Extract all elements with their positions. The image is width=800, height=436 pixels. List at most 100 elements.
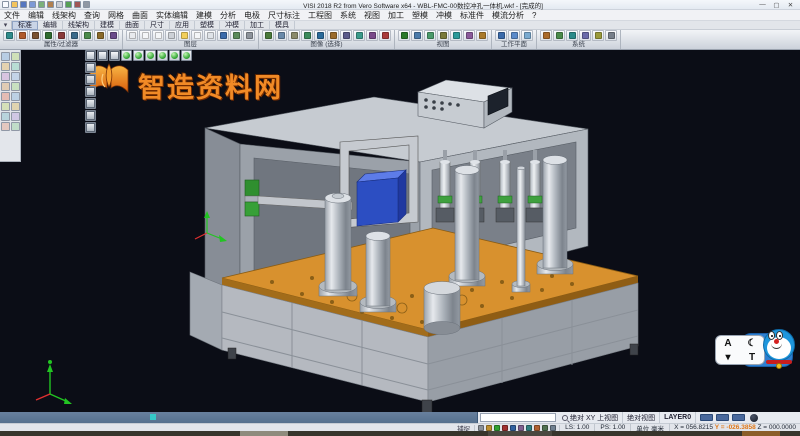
layer-manager-icon[interactable] <box>126 30 138 41</box>
export-icon[interactable] <box>47 1 54 8</box>
offset-icon[interactable] <box>11 82 20 91</box>
save-icon[interactable] <box>20 1 27 8</box>
line-scale-status[interactable]: LS: 1.00 <box>560 424 595 431</box>
layer-on-icon[interactable] <box>152 30 164 41</box>
active-layer-status[interactable]: LAYER0 <box>660 412 696 423</box>
toolbar-tab[interactable]: 塑模 <box>195 21 220 30</box>
snap-point-icon[interactable] <box>486 425 492 431</box>
workplane-xy-icon[interactable] <box>495 30 507 41</box>
undo-icon[interactable] <box>65 1 72 8</box>
close-button[interactable]: ✕ <box>784 1 797 9</box>
move-to-layer-icon[interactable] <box>204 30 216 41</box>
redo-icon[interactable] <box>74 1 81 8</box>
previous-view-icon[interactable] <box>366 30 378 41</box>
hidden-line-icon[interactable] <box>288 30 300 41</box>
grid-snap-icon[interactable] <box>550 425 556 431</box>
toolbar-tab[interactable]: 建模 <box>95 21 120 30</box>
snap-settings-icon[interactable] <box>478 425 484 431</box>
attributes-icon[interactable] <box>3 30 15 41</box>
fillet-icon[interactable] <box>1 102 10 111</box>
viewport-config-icon[interactable] <box>85 50 96 61</box>
current-layer-icon[interactable] <box>178 30 190 41</box>
minimize-button[interactable]: — <box>756 1 769 9</box>
isometric-view-icon[interactable] <box>133 50 144 61</box>
menu-item[interactable]: 加工 <box>384 10 408 21</box>
refresh-view-icon[interactable] <box>353 30 365 41</box>
status-button-3[interactable] <box>732 414 745 421</box>
menu-item[interactable]: ? <box>528 11 540 20</box>
transparency-icon[interactable] <box>85 110 96 121</box>
toolbar-tab[interactable]: 曲面 <box>120 21 145 30</box>
menu-item[interactable]: 视图 <box>360 10 384 21</box>
ime-letter-button[interactable]: A <box>724 338 731 349</box>
new-layer-icon[interactable] <box>139 30 151 41</box>
cad-viewport[interactable]: 智造资料网 A☾▾T <box>0 50 800 412</box>
database-icon[interactable] <box>553 30 565 41</box>
menu-item[interactable]: 冲模 <box>432 10 456 21</box>
entity-filter-icon[interactable] <box>55 30 67 41</box>
save-all-icon[interactable] <box>29 1 36 8</box>
grid-settings-icon[interactable] <box>579 30 591 41</box>
menu-item[interactable]: 电极 <box>240 10 264 21</box>
toolbar-tab[interactable]: 标准 <box>12 21 38 30</box>
menu-item[interactable]: 工程图 <box>304 10 336 21</box>
dynamic-rotation-icon[interactable] <box>301 30 313 41</box>
front-view-icon[interactable] <box>157 50 168 61</box>
polyline-icon[interactable] <box>11 72 20 81</box>
cad-model-canvas[interactable] <box>0 50 800 412</box>
menu-item[interactable]: 文件 <box>0 10 24 21</box>
point-icon[interactable] <box>1 52 10 61</box>
menu-item[interactable]: 标准件 <box>456 10 488 21</box>
polar-tracking-icon[interactable] <box>542 425 548 431</box>
front-view-icon[interactable] <box>424 30 436 41</box>
toolbar-dropdown-icon[interactable]: ▾ <box>0 21 12 29</box>
top-view-icon[interactable] <box>411 30 423 41</box>
chamfer-icon[interactable] <box>11 102 20 111</box>
open-file-icon[interactable] <box>11 1 18 8</box>
help-icon[interactable] <box>605 30 617 41</box>
ime-letter-button[interactable]: ☾ <box>748 338 757 349</box>
layer-off-icon[interactable] <box>165 30 177 41</box>
section-view-icon[interactable] <box>85 86 96 97</box>
snap-center-icon[interactable] <box>502 425 508 431</box>
new-file-icon[interactable] <box>2 1 9 8</box>
toolbar-tab[interactable]: 加工 <box>245 21 270 30</box>
menu-item[interactable]: 尺寸标注 <box>264 10 304 21</box>
select-all-icon[interactable] <box>81 30 93 41</box>
layer-visibility-icon[interactable] <box>217 30 229 41</box>
view-mode-status[interactable]: 绝对视图 <box>623 412 660 423</box>
invert-selection-icon[interactable] <box>94 30 106 41</box>
extend-icon[interactable] <box>11 92 20 101</box>
menu-item[interactable]: 线架构 <box>48 10 80 21</box>
side-view-icon[interactable] <box>169 50 180 61</box>
menu-item[interactable]: 查询 <box>80 10 104 21</box>
workplane-status[interactable]: 绝对 XY 上视图 <box>558 412 623 423</box>
layer-lock-icon[interactable] <box>191 30 203 41</box>
command-prompt-bar[interactable] <box>0 412 478 423</box>
import-icon[interactable] <box>38 1 45 8</box>
shaded-view-icon[interactable] <box>262 30 274 41</box>
line-icon[interactable] <box>11 52 20 61</box>
color-filter-icon[interactable] <box>16 30 28 41</box>
layer-filter-icon[interactable] <box>42 30 54 41</box>
file-info-icon[interactable] <box>566 30 578 41</box>
top-view-icon[interactable] <box>145 50 156 61</box>
toolbar-tab[interactable]: 尺寸 <box>145 21 170 30</box>
scale-icon[interactable] <box>11 122 20 131</box>
clear-selection-icon[interactable] <box>107 30 119 41</box>
back-view-icon[interactable] <box>181 50 192 61</box>
ime-letter-button[interactable]: T <box>749 352 755 363</box>
point-scale-status[interactable]: PS: 1.00 <box>595 424 631 431</box>
customize-toolbar-icon[interactable] <box>83 1 90 8</box>
menu-item[interactable]: 塑模 <box>408 10 432 21</box>
blue-actuator-unit[interactable] <box>357 170 406 226</box>
toolbar-tab[interactable]: 冲模 <box>220 21 245 30</box>
linetype-filter-icon[interactable] <box>29 30 41 41</box>
ime-toolbar[interactable]: A☾▾T <box>715 328 795 372</box>
rotate-view-icon[interactable] <box>450 30 462 41</box>
status-button-2[interactable] <box>716 414 729 421</box>
view-normal-icon[interactable] <box>463 30 475 41</box>
menu-item[interactable]: 系统 <box>336 10 360 21</box>
rectangle-icon[interactable] <box>1 72 10 81</box>
selection-mask-icon[interactable] <box>68 30 80 41</box>
